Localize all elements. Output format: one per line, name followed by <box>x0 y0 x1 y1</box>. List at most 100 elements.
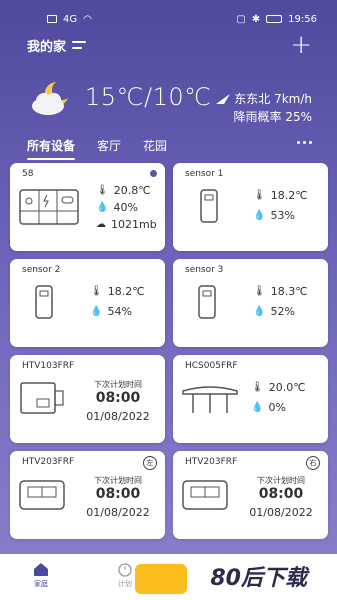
humidity-value: 52% <box>270 305 295 318</box>
card-title: sensor 2 <box>22 265 61 275</box>
temperature-range: 15℃/10℃ <box>85 83 212 111</box>
room-tabs: 所有设备 客厅 花园 <box>27 137 312 163</box>
wind-info: 东东北 7km/h <box>216 90 312 107</box>
pressure-icon: ☁ <box>96 219 106 230</box>
status-bar: 4G ◠ ▢ ✱ 19:56 <box>0 0 337 28</box>
card-title: HTV203FRF <box>185 457 238 467</box>
device-card-htv203frf-right[interactable]: HTV203FRF 右 下次计划时间 08:00 01/08/2022 <box>173 451 328 539</box>
humidity-icon: 💧 <box>253 210 266 221</box>
humidity-value: 54% <box>107 305 132 318</box>
sensor-device-icon <box>35 285 53 319</box>
moisture-row: 💧 0% <box>251 401 286 414</box>
add-icon[interactable]: + <box>290 32 312 58</box>
humidity-icon: 💧 <box>90 306 103 317</box>
weather-panel: 15℃/10℃ 东东北 7km/h 降雨概率 25% <box>30 78 312 128</box>
humidity-row: 💧 54% <box>90 305 132 318</box>
wind-text: 东东北 7km/h <box>234 92 312 106</box>
tab-living-room[interactable]: 客厅 <box>97 137 121 154</box>
device-card-sensor-2[interactable]: sensor 2 🌡 18.2℃ 💧 54% <box>10 259 165 347</box>
card-title: sensor 1 <box>185 169 224 179</box>
humidity-row: 💧 53% <box>253 209 295 222</box>
sim-icon <box>47 15 57 23</box>
alarm-icon: ▢ <box>236 13 246 25</box>
device-card-58[interactable]: 58 🌡 20.8℃ 💧 40% ☁ 1021mb <box>10 163 165 251</box>
humidity-row: 💧 40% <box>96 201 138 214</box>
thermometer-icon: 🌡 <box>90 286 103 297</box>
thermometer-icon: 🌡 <box>96 185 109 196</box>
temperature-value: 20.8℃ <box>113 184 151 197</box>
humidity-icon: 💧 <box>253 306 266 317</box>
device-card-sensor-1[interactable]: sensor 1 🌡 18.2℃ 💧 53% <box>173 163 328 251</box>
status-dot <box>150 170 157 177</box>
pressure-row: ☁ 1021mb <box>96 218 157 231</box>
plan-label: 下次计划时间 <box>257 476 305 485</box>
dual-valve-device-icon <box>182 480 228 510</box>
soil-moisture-icon: 💧 <box>251 402 264 413</box>
side-badge: 右 <box>306 456 320 470</box>
temperature-row: 🌡 18.3℃ <box>253 285 308 298</box>
moisture-value: 0% <box>268 401 286 414</box>
humidity-icon: 💧 <box>96 202 109 213</box>
home-selector[interactable]: 我的家 <box>27 36 87 55</box>
temperature-value: 18.2℃ <box>107 285 145 298</box>
card-title: 58 <box>22 169 34 179</box>
card-title: HTV203FRF <box>22 457 75 467</box>
plan-date: 01/08/2022 <box>86 410 150 423</box>
more-icon[interactable] <box>297 141 312 144</box>
humidity-value: 40% <box>113 201 138 214</box>
bluetooth-icon: ✱ <box>251 13 261 25</box>
device-card-htv203frf-left[interactable]: HTV203FRF 左 下次计划时间 08:00 01/08/2022 <box>10 451 165 539</box>
tab-all-devices[interactable]: 所有设备 <box>27 137 76 160</box>
plan-label: 下次计划时间 <box>94 380 142 389</box>
thermometer-icon: 🌡 <box>253 286 266 297</box>
sensor-device-icon <box>200 189 218 223</box>
temperature-value: 20.0℃ <box>268 381 306 394</box>
plan-time: 08:00 <box>95 390 141 406</box>
thermometer-icon: 🌡 <box>253 190 266 201</box>
nav-home-label: 家庭 <box>34 580 48 588</box>
rain-probability: 降雨概率 25% <box>233 110 313 124</box>
valve-device-icon <box>20 382 64 414</box>
temperature-row: 🌡 20.8℃ <box>96 184 151 197</box>
dual-valve-device-icon <box>19 480 65 510</box>
home-name: 我的家 <box>27 39 67 55</box>
home-icon <box>34 563 48 576</box>
side-badge: 左 <box>143 456 157 470</box>
header: 我的家 + <box>27 32 312 58</box>
card-title: HCS005FRF <box>185 361 238 371</box>
temperature-row: 🌡 18.2℃ <box>90 285 145 298</box>
device-card-htv103frf[interactable]: HTV103FRF 下次计划时间 08:00 01/08/2022 <box>10 355 165 443</box>
plan-time: 08:00 <box>258 486 304 502</box>
pressure-value: 1021mb <box>111 218 157 231</box>
device-card-sensor-3[interactable]: sensor 3 🌡 18.3℃ 💧 52% <box>173 259 328 347</box>
hub-device-icon <box>19 189 79 225</box>
bottom-nav: 家庭 计划 80后下载 <box>0 554 337 600</box>
temperature-value: 18.2℃ <box>270 189 308 202</box>
plan-date: 01/08/2022 <box>249 506 313 519</box>
irrigation-device-icon <box>182 386 238 413</box>
temperature-value: 18.3℃ <box>270 285 308 298</box>
temperature-row: 🌡 18.2℃ <box>253 189 308 202</box>
wind-direction-icon <box>216 93 231 104</box>
temperature-row: 🌡 20.0℃ <box>251 381 306 394</box>
soil-temperature-icon: 🌡 <box>251 382 264 393</box>
sensor-device-icon <box>198 285 216 319</box>
humidity-value: 53% <box>270 209 295 222</box>
card-title: sensor 3 <box>185 265 224 275</box>
plan-date: 01/08/2022 <box>86 506 150 519</box>
tab-garden[interactable]: 花园 <box>143 137 167 154</box>
cloud-moon-icon <box>32 82 68 115</box>
wifi-icon: ◠ <box>83 13 92 25</box>
nav-home[interactable]: 家庭 <box>21 562 61 589</box>
network-label: 4G <box>63 13 78 25</box>
humidity-row: 💧 52% <box>253 305 295 318</box>
menu-icon <box>72 40 87 50</box>
timer-icon <box>118 563 132 577</box>
device-card-hcs005frf[interactable]: HCS005FRF 🌡 20.0℃ 💧 0% <box>173 355 328 443</box>
plan-label: 下次计划时间 <box>94 476 142 485</box>
status-time: 19:56 <box>288 13 317 25</box>
card-title: HTV103FRF <box>22 361 75 371</box>
watermark-text: 80后下载 <box>210 566 307 591</box>
watermark-logo <box>135 564 187 594</box>
plan-time: 08:00 <box>95 486 141 502</box>
